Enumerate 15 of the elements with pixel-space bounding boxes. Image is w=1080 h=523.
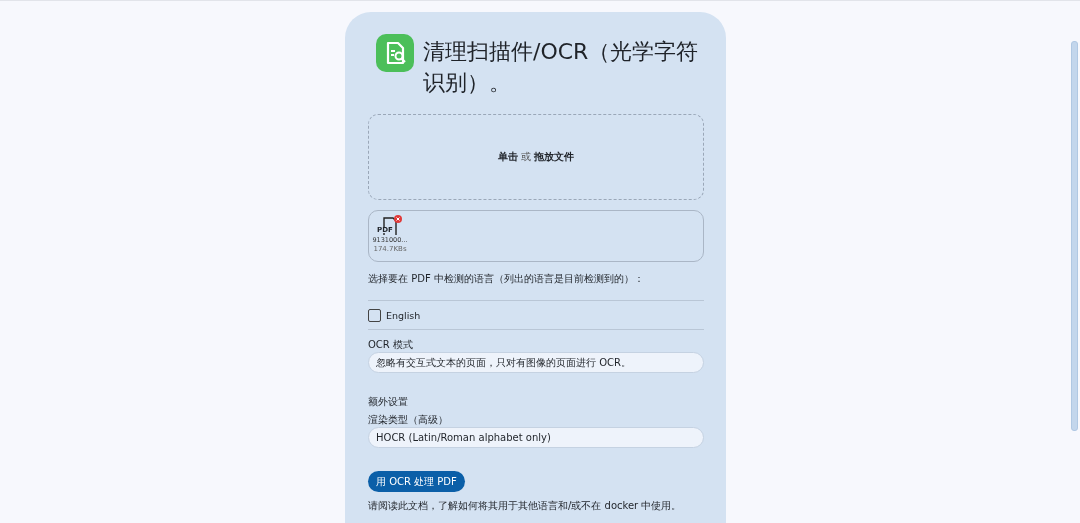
- ocr-mode-select[interactable]: 忽略有交互式文本的页面，只对有图像的页面进行 OCR。: [368, 352, 704, 373]
- render-type-select[interactable]: HOCR (Latin/Roman alphabet only): [368, 427, 704, 448]
- section-heading: 额外设置: [368, 395, 409, 408]
- language-prompt: 选择要在 PDF 中检测的语言（列出的语言是目前检测到的）：: [368, 272, 645, 285]
- document-search-icon: [376, 34, 414, 72]
- field-label: 渲染类型（高级）: [368, 413, 449, 426]
- scrollbar[interactable]: [1071, 41, 1078, 431]
- checkbox[interactable]: [368, 309, 381, 322]
- checkbox-label: English: [386, 310, 421, 321]
- field-label: OCR 模式: [368, 338, 414, 351]
- remove-icon[interactable]: [394, 215, 402, 223]
- file-dropzone[interactable]: 单击 或 拖放文件: [368, 114, 704, 200]
- note-text: 请阅读此文档，了解如何将其用于其他语言和/或不在 docker 中使用。: [368, 500, 683, 512]
- submit-button[interactable]: 用 OCR 处理 PDF: [368, 471, 465, 492]
- page-title: 清理扫描件/OCR（光学字符识别）。: [423, 38, 700, 97]
